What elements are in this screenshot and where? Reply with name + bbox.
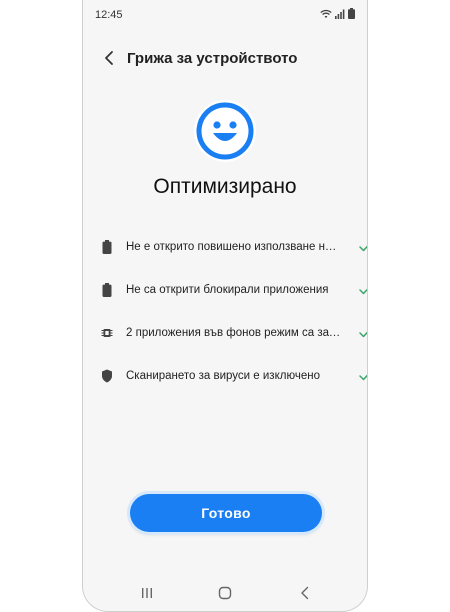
check-item-background-apps[interactable]: 2 приложения във фонов режим са затворен…	[101, 320, 367, 363]
wifi-icon	[320, 9, 332, 18]
check-item-label: Сканирането за вируси е изключено	[126, 370, 320, 382]
status-bar: 12:45	[83, 0, 367, 28]
shield-icon	[102, 369, 112, 383]
result-headline: Оптимизирано	[153, 175, 297, 198]
signal-icon	[335, 9, 345, 19]
nav-back-icon[interactable]	[297, 585, 313, 601]
status-time: 12:45	[95, 9, 123, 21]
navigation-bar	[83, 582, 367, 604]
checkmark-icon	[359, 374, 367, 381]
phone-screen: 12:45 Грижа за устройството Оптимизирано…	[82, 0, 368, 612]
battery-status-icon	[348, 8, 355, 19]
recent-apps-icon[interactable]	[139, 585, 155, 601]
check-item-label: 2 приложения във фонов режим са затворен…	[126, 327, 341, 339]
check-item-label: Не са открити блокирали приложения	[126, 284, 329, 296]
checkmark-icon	[359, 288, 367, 295]
status-icons	[320, 8, 355, 19]
app-header: Грижа за устройството	[83, 44, 367, 72]
memory-chip-icon	[101, 329, 113, 337]
check-item-stuck-apps[interactable]: Не са открити блокирали приложения	[101, 277, 367, 320]
page-title: Грижа за устройството	[127, 50, 298, 67]
check-item-virus-scan[interactable]: Сканирането за вируси е изключено	[101, 363, 367, 406]
home-icon[interactable]	[217, 585, 233, 601]
checkmark-icon	[359, 331, 367, 338]
check-item-battery-usage[interactable]: Не е открито повишено използване на бате…	[101, 234, 367, 277]
smiley-face-icon	[194, 100, 256, 162]
back-arrow-icon[interactable]	[101, 49, 119, 67]
check-item-label: Не е открито повишено използване на бате…	[126, 241, 341, 253]
done-button[interactable]: Готово	[130, 494, 322, 532]
battery-icon	[102, 283, 112, 297]
check-results-list: Не е открито повишено използване на бате…	[101, 234, 367, 406]
checkmark-icon	[359, 245, 367, 252]
battery-icon	[102, 240, 112, 254]
